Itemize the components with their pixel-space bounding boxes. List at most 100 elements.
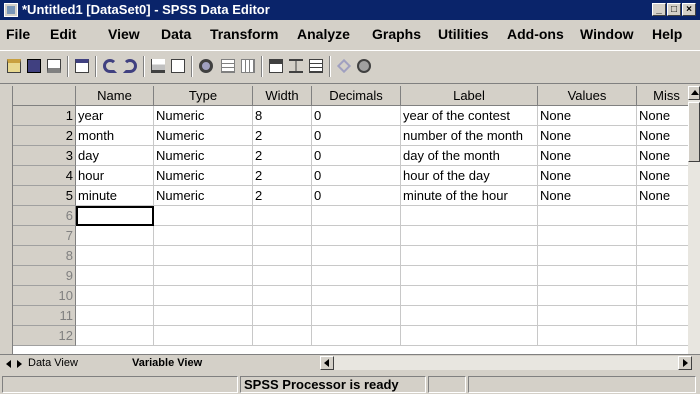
column-header-missing[interactable]: Miss (637, 86, 688, 106)
cell-type[interactable]: Numeric (154, 146, 253, 166)
cell-label[interactable] (401, 246, 538, 266)
menu-help[interactable]: Help (652, 26, 682, 42)
cell-type[interactable]: Numeric (154, 106, 253, 126)
column-header-name[interactable]: Name (76, 86, 154, 106)
cell-decimals[interactable]: 0 (312, 106, 401, 126)
cell-width[interactable] (253, 286, 312, 306)
cell-name[interactable]: year (76, 106, 154, 126)
cell-missing[interactable] (637, 286, 688, 306)
cell-values[interactable] (538, 206, 637, 226)
cell-decimals[interactable] (312, 286, 401, 306)
cell-values[interactable] (538, 226, 637, 246)
cell-label[interactable]: hour of the day (401, 166, 538, 186)
cell-values[interactable]: None (538, 106, 637, 126)
cell-name[interactable]: minute (76, 186, 154, 206)
cell-name[interactable] (76, 266, 154, 286)
cell-values[interactable]: None (538, 126, 637, 146)
row-number-cell[interactable]: 4 (13, 166, 76, 186)
cell-decimals[interactable] (312, 206, 401, 226)
cell-decimals[interactable] (312, 306, 401, 326)
find-icon[interactable] (196, 56, 216, 76)
row-number-cell[interactable]: 10 (13, 286, 76, 306)
cell-values[interactable] (538, 266, 637, 286)
cell-missing[interactable] (637, 226, 688, 246)
cell-decimals[interactable]: 0 (312, 126, 401, 146)
tab-data-view[interactable]: Data View (28, 356, 78, 372)
vertical-scrollbar[interactable] (688, 86, 700, 368)
cell-values[interactable]: None (538, 166, 637, 186)
minimize-button[interactable]: _ (652, 3, 666, 16)
tab-variable-view[interactable]: Variable View (132, 356, 202, 372)
spss-app-icon[interactable] (4, 3, 18, 17)
cell-label[interactable] (401, 326, 538, 346)
cell-type[interactable]: Numeric (154, 166, 253, 186)
cell-values[interactable] (538, 246, 637, 266)
value-labels-icon[interactable] (334, 56, 354, 76)
cell-width[interactable] (253, 306, 312, 326)
row-number-cell[interactable]: 1 (13, 106, 76, 126)
tab-scroll-right-button[interactable] (14, 358, 24, 370)
row-number-cell[interactable]: 5 (13, 186, 76, 206)
cell-label[interactable]: year of the contest (401, 106, 538, 126)
cell-type[interactable] (154, 286, 253, 306)
dialog-recall-icon[interactable] (72, 56, 92, 76)
cell-values[interactable]: None (538, 146, 637, 166)
cell-width[interactable] (253, 226, 312, 246)
cell-name[interactable] (76, 286, 154, 306)
cell-label[interactable]: minute of the hour (401, 186, 538, 206)
variables-icon[interactable] (168, 56, 188, 76)
cell-label[interactable]: number of the month (401, 126, 538, 146)
cell-type[interactable] (154, 226, 253, 246)
cell-width[interactable] (253, 326, 312, 346)
cell-name[interactable]: day (76, 146, 154, 166)
menu-utilities[interactable]: Utilities (438, 26, 489, 42)
tab-scroll-left-button[interactable] (4, 358, 14, 370)
cell-missing[interactable] (637, 246, 688, 266)
cell-decimals[interactable]: 0 (312, 146, 401, 166)
row-number-cell[interactable]: 7 (13, 226, 76, 246)
cell-name[interactable] (76, 246, 154, 266)
column-header-label[interactable]: Label (401, 86, 538, 106)
cell-label[interactable]: day of the month (401, 146, 538, 166)
cell-missing[interactable]: None (637, 126, 688, 146)
cell-type[interactable]: Numeric (154, 126, 253, 146)
cell-width[interactable]: 2 (253, 126, 312, 146)
cell-width[interactable]: 8 (253, 106, 312, 126)
cell-missing[interactable]: None (637, 166, 688, 186)
cell-values[interactable] (538, 306, 637, 326)
cell-decimals[interactable] (312, 246, 401, 266)
goto-case-icon[interactable] (148, 56, 168, 76)
cell-name[interactable]: hour (76, 166, 154, 186)
menu-view[interactable]: View (108, 26, 140, 42)
cell-decimals[interactable]: 0 (312, 186, 401, 206)
cell-name[interactable] (76, 306, 154, 326)
cell-type[interactable] (154, 306, 253, 326)
column-header-values[interactable]: Values (538, 86, 637, 106)
column-header-decimals[interactable]: Decimals (312, 86, 401, 106)
cell-type[interactable] (154, 266, 253, 286)
menu-analyze[interactable]: Analyze (297, 26, 350, 42)
row-number-cell[interactable]: 9 (13, 266, 76, 286)
redo-icon[interactable] (120, 56, 140, 76)
insert-variable-icon[interactable] (238, 56, 258, 76)
cell-width[interactable]: 2 (253, 186, 312, 206)
cell-type[interactable]: Numeric (154, 186, 253, 206)
open-icon[interactable] (4, 56, 24, 76)
close-button[interactable]: × (682, 3, 696, 16)
row-number-cell[interactable]: 11 (13, 306, 76, 326)
corner-cell[interactable] (13, 86, 76, 106)
insert-cases-icon[interactable] (218, 56, 238, 76)
horizontal-scrollbar[interactable] (320, 356, 692, 370)
menu-data[interactable]: Data (161, 26, 191, 42)
row-number-cell[interactable]: 8 (13, 246, 76, 266)
cell-name[interactable] (76, 226, 154, 246)
maximize-button[interactable]: □ (667, 3, 681, 16)
menu-edit[interactable]: Edit (50, 26, 76, 42)
cell-missing[interactable] (637, 266, 688, 286)
scroll-right-button[interactable] (678, 356, 692, 370)
cell-type[interactable] (154, 246, 253, 266)
use-sets-icon[interactable] (354, 56, 374, 76)
menu-transform[interactable]: Transform (210, 26, 278, 42)
cell-name[interactable] (76, 206, 154, 226)
cell-values[interactable] (538, 326, 637, 346)
